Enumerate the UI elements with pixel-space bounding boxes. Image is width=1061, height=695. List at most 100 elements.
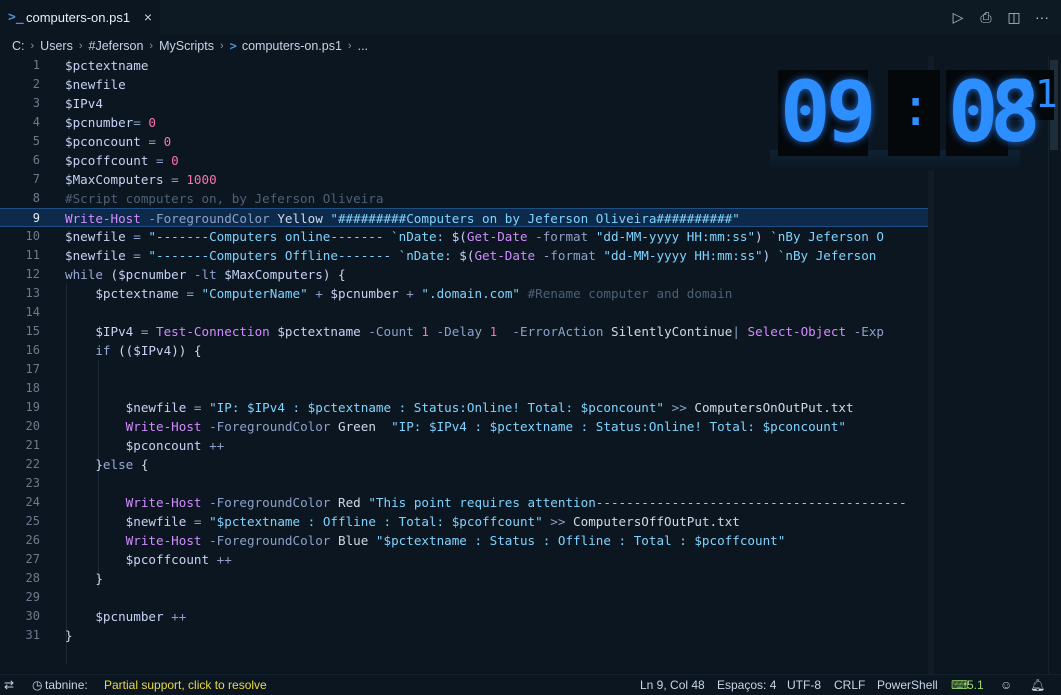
code-token: 1000 bbox=[186, 172, 217, 187]
chevron-right-icon: › bbox=[149, 40, 154, 52]
run-selection-icon[interactable]: ⎙ bbox=[977, 8, 995, 26]
code-line[interactable]: 16 if (($IPv4)) { bbox=[0, 341, 928, 360]
code-token: Green bbox=[337, 419, 392, 434]
line-number: 4 bbox=[32, 115, 40, 129]
code-token: $pconcount bbox=[65, 134, 149, 149]
code-token: -ForegroundColor bbox=[209, 419, 338, 434]
code-token: | bbox=[732, 324, 748, 339]
code-line[interactable]: 29 bbox=[0, 588, 928, 607]
code-token: Blue bbox=[337, 533, 376, 548]
code-token: Get-Date bbox=[466, 229, 536, 244]
code-text: Write-Host -ForegroundColor Red "This po… bbox=[65, 493, 907, 512]
code-text: $pctextname bbox=[65, 56, 148, 75]
code-line[interactable]: 27 $pcoffcount ++ bbox=[0, 550, 928, 569]
line-number: 23 bbox=[25, 476, 40, 490]
code-line[interactable]: 15 $IPv4 = Test-Connection $pctextname -… bbox=[0, 322, 928, 341]
tabnine-label[interactable]: tabnine: bbox=[45, 678, 88, 692]
code-token: (( bbox=[118, 343, 134, 358]
code-text: } bbox=[65, 569, 103, 588]
code-token: 1 bbox=[489, 324, 513, 339]
code-line[interactable]: 7 $MaxComputers = 1000 bbox=[0, 170, 928, 189]
code-line[interactable]: 26 Write-Host -ForegroundColor Blue "$pc… bbox=[0, 531, 928, 550]
code-token: 1 bbox=[421, 324, 437, 339]
code-line[interactable]: 23 bbox=[0, 474, 928, 493]
code-token: $pcoffcount bbox=[125, 552, 217, 567]
code-token: Write-Host bbox=[125, 533, 210, 548]
line-number: 15 bbox=[25, 324, 40, 338]
line-number: 17 bbox=[25, 362, 40, 376]
code-line[interactable]: 11 $newfile = "-------Computers Offline--… bbox=[0, 246, 928, 265]
code-token: "dd-MM-yyyy HH:mm:ss" bbox=[603, 248, 763, 263]
code-line[interactable]: 19 $newfile = "IP: $IPv4 : $pctextname :… bbox=[0, 398, 928, 417]
code-line[interactable]: 30 $pcnumber ++ bbox=[0, 607, 928, 626]
code-token: + bbox=[315, 286, 331, 301]
code-line[interactable]: 28 } bbox=[0, 569, 928, 588]
code-line[interactable]: 22 }else { bbox=[0, 455, 928, 474]
code-line[interactable]: 31} bbox=[0, 626, 928, 645]
code-line[interactable]: 12 while ($pcnumber -lt $MaxComputers) { bbox=[0, 265, 928, 284]
code-line[interactable]: 10 $newfile = "-------Computers online---… bbox=[0, 227, 928, 246]
code-line[interactable]: 9 Write-Host -ForegroundColor Yellow "###… bbox=[0, 208, 928, 227]
close-icon[interactable]: × bbox=[144, 9, 152, 25]
language-mode[interactable]: PowerShell bbox=[877, 678, 938, 692]
code-line[interactable]: 13 $pctextname = "ComputerName" + $pcnum… bbox=[0, 284, 928, 303]
notifications-icon[interactable]: 🔔︎ bbox=[1030, 678, 1045, 692]
cursor-position[interactable]: Ln 9, Col 48 bbox=[640, 678, 705, 692]
end-of-line[interactable]: CRLF bbox=[834, 678, 865, 692]
line-number: 22 bbox=[25, 457, 40, 471]
code-token: ) { bbox=[322, 267, 346, 282]
feedback-icon[interactable]: ☺ bbox=[1000, 678, 1012, 692]
code-token: -ForegroundColor bbox=[209, 495, 338, 510]
clock-colon: : bbox=[900, 78, 932, 138]
breadcrumb-item-file[interactable]: computers-on.ps1 bbox=[242, 39, 342, 53]
tabnine-icon[interactable]: ◷ bbox=[32, 678, 42, 692]
code-text: $newfile = "-------Computers online-----… bbox=[65, 227, 884, 246]
code-token: 0 bbox=[163, 134, 172, 149]
code-token: Write-Host bbox=[65, 211, 149, 226]
partial-support-link[interactable]: Partial support, click to resolve bbox=[104, 678, 267, 692]
code-token: ++ bbox=[216, 552, 232, 567]
code-token: $newfile bbox=[125, 514, 194, 529]
code-token: = bbox=[133, 248, 149, 263]
remote-icon[interactable]: ⇄ bbox=[4, 678, 14, 692]
code-line[interactable]: 18 bbox=[0, 379, 928, 398]
code-text: Write-Host -ForegroundColor Yellow "####… bbox=[65, 209, 740, 228]
breadcrumb-item-folder[interactable]: MyScripts bbox=[159, 39, 214, 53]
breadcrumb-item-drive[interactable]: C: bbox=[12, 39, 25, 53]
powershell-version-icon[interactable]: ⌨ bbox=[951, 678, 968, 692]
code-token: $MaxComputers bbox=[224, 267, 323, 282]
split-editor-icon[interactable]: ◫ bbox=[1005, 8, 1023, 26]
powershell-version[interactable]: 5.1 bbox=[967, 678, 984, 692]
run-icon[interactable]: ▷ bbox=[949, 8, 967, 26]
line-number: 26 bbox=[25, 533, 40, 547]
line-number: 16 bbox=[25, 343, 40, 357]
code-text: $newfile = "$pctextname : Offline : Tota… bbox=[65, 512, 740, 531]
more-icon[interactable]: ··· bbox=[1033, 8, 1051, 26]
code-line[interactable]: 8 #Script computers on, by Jeferson Olive… bbox=[0, 189, 928, 208]
code-line[interactable]: 14 bbox=[0, 303, 928, 322]
breadcrumb-item-users[interactable]: Users bbox=[40, 39, 73, 53]
tab-computers-on[interactable]: >_ computers-on.ps1 × bbox=[0, 0, 160, 35]
code-line[interactable]: 17 bbox=[0, 360, 928, 379]
code-token: $IPv4 bbox=[133, 343, 172, 358]
code-token: Get-Date bbox=[474, 248, 543, 263]
line-number: 18 bbox=[25, 381, 40, 395]
code-line[interactable]: 21 $pconcount ++ bbox=[0, 436, 928, 455]
code-text: $MaxComputers = 1000 bbox=[65, 170, 217, 189]
indentation[interactable]: Espaços: 4 bbox=[717, 678, 776, 692]
breadcrumb-item-user[interactable]: #Jeferson bbox=[89, 39, 144, 53]
code-token: } bbox=[65, 571, 103, 586]
breadcrumb-item-symbols[interactable]: ... bbox=[358, 39, 368, 53]
code-token: } bbox=[65, 457, 103, 472]
line-number: 7 bbox=[32, 172, 40, 186]
code-token: )) { bbox=[171, 343, 202, 358]
encoding[interactable]: UTF-8 bbox=[787, 678, 821, 692]
line-number: 1 bbox=[32, 58, 40, 72]
code-line[interactable]: 20 Write-Host -ForegroundColor Green "IP… bbox=[0, 417, 928, 436]
line-number: 8 bbox=[32, 191, 40, 205]
code-line[interactable]: 25 $newfile = "$pctextname : Offline : T… bbox=[0, 512, 928, 531]
code-line[interactable]: 24 Write-Host -ForegroundColor Red "This… bbox=[0, 493, 928, 512]
